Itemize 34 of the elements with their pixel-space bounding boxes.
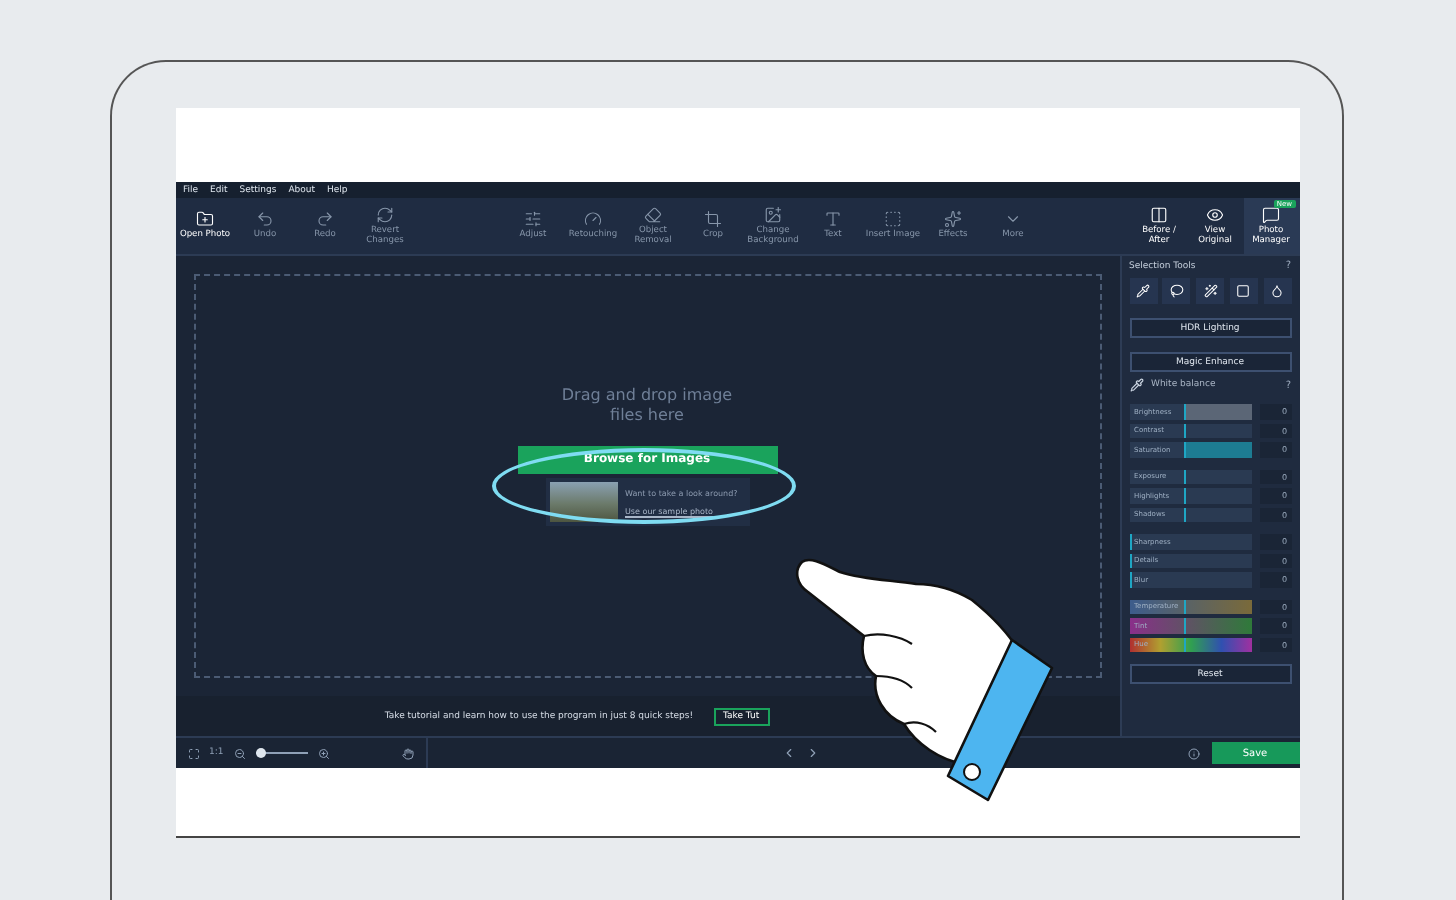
eye-icon xyxy=(1206,205,1224,224)
image-icon xyxy=(764,205,782,224)
lasso-icon xyxy=(1169,284,1184,298)
sparkles-icon xyxy=(944,210,962,229)
sliders-icon xyxy=(524,210,542,229)
wand-icon xyxy=(1203,284,1217,298)
chat-icon xyxy=(1262,205,1280,224)
hand-tool-icon[interactable] xyxy=(401,747,414,759)
selection-tool-button[interactable] xyxy=(1162,278,1191,304)
info-icon[interactable] xyxy=(1187,747,1199,759)
drop-hint: Drag and drop image files here xyxy=(559,386,735,426)
pipette-icon xyxy=(1136,284,1150,298)
eraser-icon xyxy=(644,205,662,224)
square-icon xyxy=(1236,284,1251,298)
crop-icon xyxy=(704,210,722,229)
selection-tool-button[interactable] xyxy=(1263,278,1291,304)
text-icon xyxy=(824,210,842,229)
zoom-out-icon[interactable] xyxy=(233,747,246,759)
zoom-thumb[interactable] xyxy=(256,748,267,758)
selection-tool-button[interactable] xyxy=(1196,278,1224,304)
droplet-icon xyxy=(1270,284,1284,298)
photo-placeholder xyxy=(549,481,617,522)
gauge-icon xyxy=(584,210,602,229)
refresh-icon xyxy=(376,205,394,224)
zoom-in-icon[interactable] xyxy=(317,747,330,759)
previous-icon[interactable] xyxy=(782,746,797,760)
selection-tool-button[interactable] xyxy=(1229,278,1258,304)
folder-plus-icon xyxy=(196,210,214,229)
pipette-icon[interactable] xyxy=(1129,378,1143,392)
redo-icon xyxy=(316,210,334,229)
undo-icon xyxy=(256,210,274,229)
split-view-icon xyxy=(1150,205,1168,224)
selection-tool-button[interactable] xyxy=(1129,278,1157,304)
next-icon[interactable] xyxy=(806,746,821,760)
